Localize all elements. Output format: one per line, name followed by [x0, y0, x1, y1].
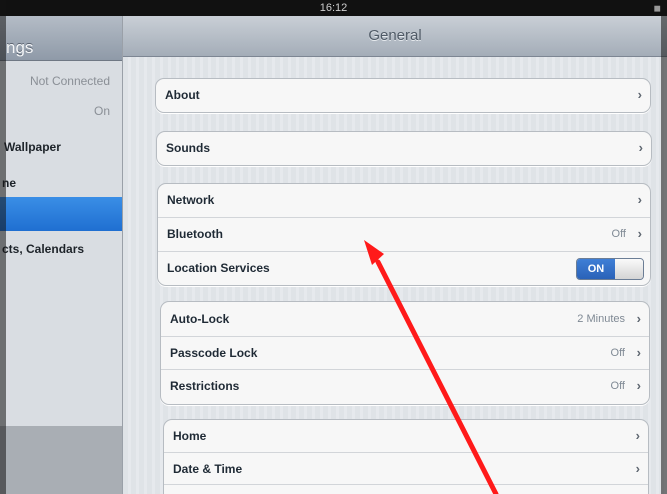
sidebar-item-general-partial[interactable]: ne — [0, 176, 122, 196]
row-location-services: Location Services ON — [158, 251, 650, 285]
chevron-right-icon: › — [637, 87, 642, 102]
group-about: About › — [155, 78, 651, 113]
row-label: Passcode Lock — [170, 346, 258, 360]
row-passcode-lock[interactable]: Passcode Lock Off › — [161, 336, 649, 370]
row-auto-lock[interactable]: Auto-Lock 2 Minutes › — [161, 303, 649, 336]
chevron-right-icon: › — [637, 226, 642, 241]
bezel-left — [0, 0, 6, 494]
sidebar-item-notifications[interactable]: On — [0, 104, 122, 124]
row-next-partial[interactable] — [164, 484, 648, 494]
group-home-date: Home › Date & Time › — [163, 419, 649, 494]
row-about[interactable]: About › — [156, 79, 650, 112]
status-bar: 16:12 ◼ — [0, 0, 667, 16]
toggle-knob[interactable] — [615, 259, 643, 279]
location-services-toggle[interactable]: ON — [576, 258, 644, 280]
group-sounds: Sounds › — [156, 131, 652, 166]
chevron-right-icon: › — [637, 192, 642, 207]
row-sounds[interactable]: Sounds › — [157, 132, 651, 165]
sidebar-item-value: On — [93, 104, 110, 118]
row-network[interactable]: Network › — [158, 184, 650, 217]
sidebar-bottom-area — [0, 426, 122, 494]
sidebar-item-wifi[interactable]: Not Connected — [0, 74, 122, 94]
row-label: Restrictions — [170, 379, 240, 393]
toggle-on-label: ON — [577, 259, 615, 279]
battery-icon: ◼ — [653, 3, 661, 13]
row-value: 2 Minutes — [577, 313, 625, 325]
chevron-right-icon: › — [635, 461, 640, 476]
general-settings-pane: General About › Sounds › Network › Bluet… — [123, 16, 667, 494]
row-label: Bluetooth — [167, 227, 223, 241]
sidebar-item-value: Not Connected — [29, 74, 110, 88]
sidebar-item-label: Wallpaper — [4, 140, 61, 154]
ipad-screen: 16:12 ◼ ngs Not Connected On Wallpaper n… — [0, 0, 667, 494]
bezel-right — [661, 0, 667, 494]
row-label: Auto-Lock — [170, 312, 230, 326]
row-label: Home — [173, 429, 207, 443]
row-value: Off — [610, 347, 625, 359]
row-label: Location Services — [167, 261, 270, 275]
sidebar-title: ngs — [6, 38, 34, 57]
row-value: Off — [610, 380, 625, 392]
status-time: 16:12 — [319, 2, 348, 14]
row-bluetooth[interactable]: Bluetooth Off › — [158, 217, 650, 251]
chevron-right-icon: › — [636, 311, 641, 326]
group-security: Auto-Lock 2 Minutes › Passcode Lock Off … — [160, 301, 650, 405]
sidebar-item-label: cts, Calendars — [2, 242, 85, 256]
row-restrictions[interactable]: Restrictions Off › — [161, 369, 649, 403]
sidebar-nav-bar: ngs — [0, 16, 122, 61]
row-label: Date & Time — [173, 462, 243, 476]
sidebar-item-wallpaper[interactable]: Wallpaper — [0, 140, 122, 160]
row-label: Sounds — [166, 141, 210, 155]
sidebar-item-selected[interactable] — [0, 197, 122, 231]
row-label: Network — [167, 193, 215, 207]
row-label: About — [165, 88, 200, 102]
detail-nav-bar: General — [123, 16, 667, 57]
sidebar-item-calendars[interactable]: cts, Calendars — [0, 242, 122, 262]
group-network: Network › Bluetooth Off › Location Servi… — [157, 183, 651, 286]
page-title: General — [368, 27, 422, 44]
settings-sidebar: ngs Not Connected On Wallpaper ne cts, C… — [0, 16, 123, 494]
row-home[interactable]: Home › — [164, 420, 648, 453]
row-value: Off — [611, 228, 626, 240]
chevron-right-icon: › — [638, 140, 643, 155]
chevron-right-icon: › — [635, 428, 640, 443]
chevron-right-icon: › — [636, 378, 641, 393]
chevron-right-icon: › — [636, 345, 641, 360]
row-date-time[interactable]: Date & Time › — [164, 452, 648, 486]
